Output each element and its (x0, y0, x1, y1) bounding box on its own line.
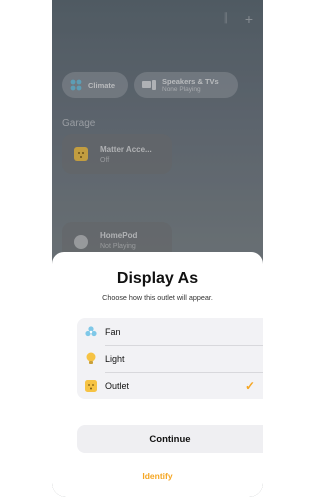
option-light[interactable]: Light (77, 345, 263, 372)
continue-button[interactable]: Continue (77, 425, 263, 453)
option-label: Fan (105, 326, 121, 337)
checkmark-icon: ✓ (244, 378, 255, 393)
outlet-icon (77, 379, 105, 392)
option-label: Light (105, 353, 125, 364)
fan-icon (77, 325, 105, 338)
sheet-subtitle: Choose how this outlet will appear. (102, 293, 213, 302)
sheet-title: Display As (116, 270, 199, 287)
display-options-list: Fan Light Outlet ✓ (77, 318, 263, 399)
option-outlet[interactable]: Outlet ✓ (77, 372, 263, 399)
display-as-sheet: Display As Choose how this outlet will a… (52, 252, 263, 497)
option-fan[interactable]: Fan (77, 318, 263, 345)
identify-button[interactable]: Identify (52, 471, 263, 481)
option-label: Outlet (105, 380, 130, 391)
lightbulb-icon (77, 352, 105, 365)
